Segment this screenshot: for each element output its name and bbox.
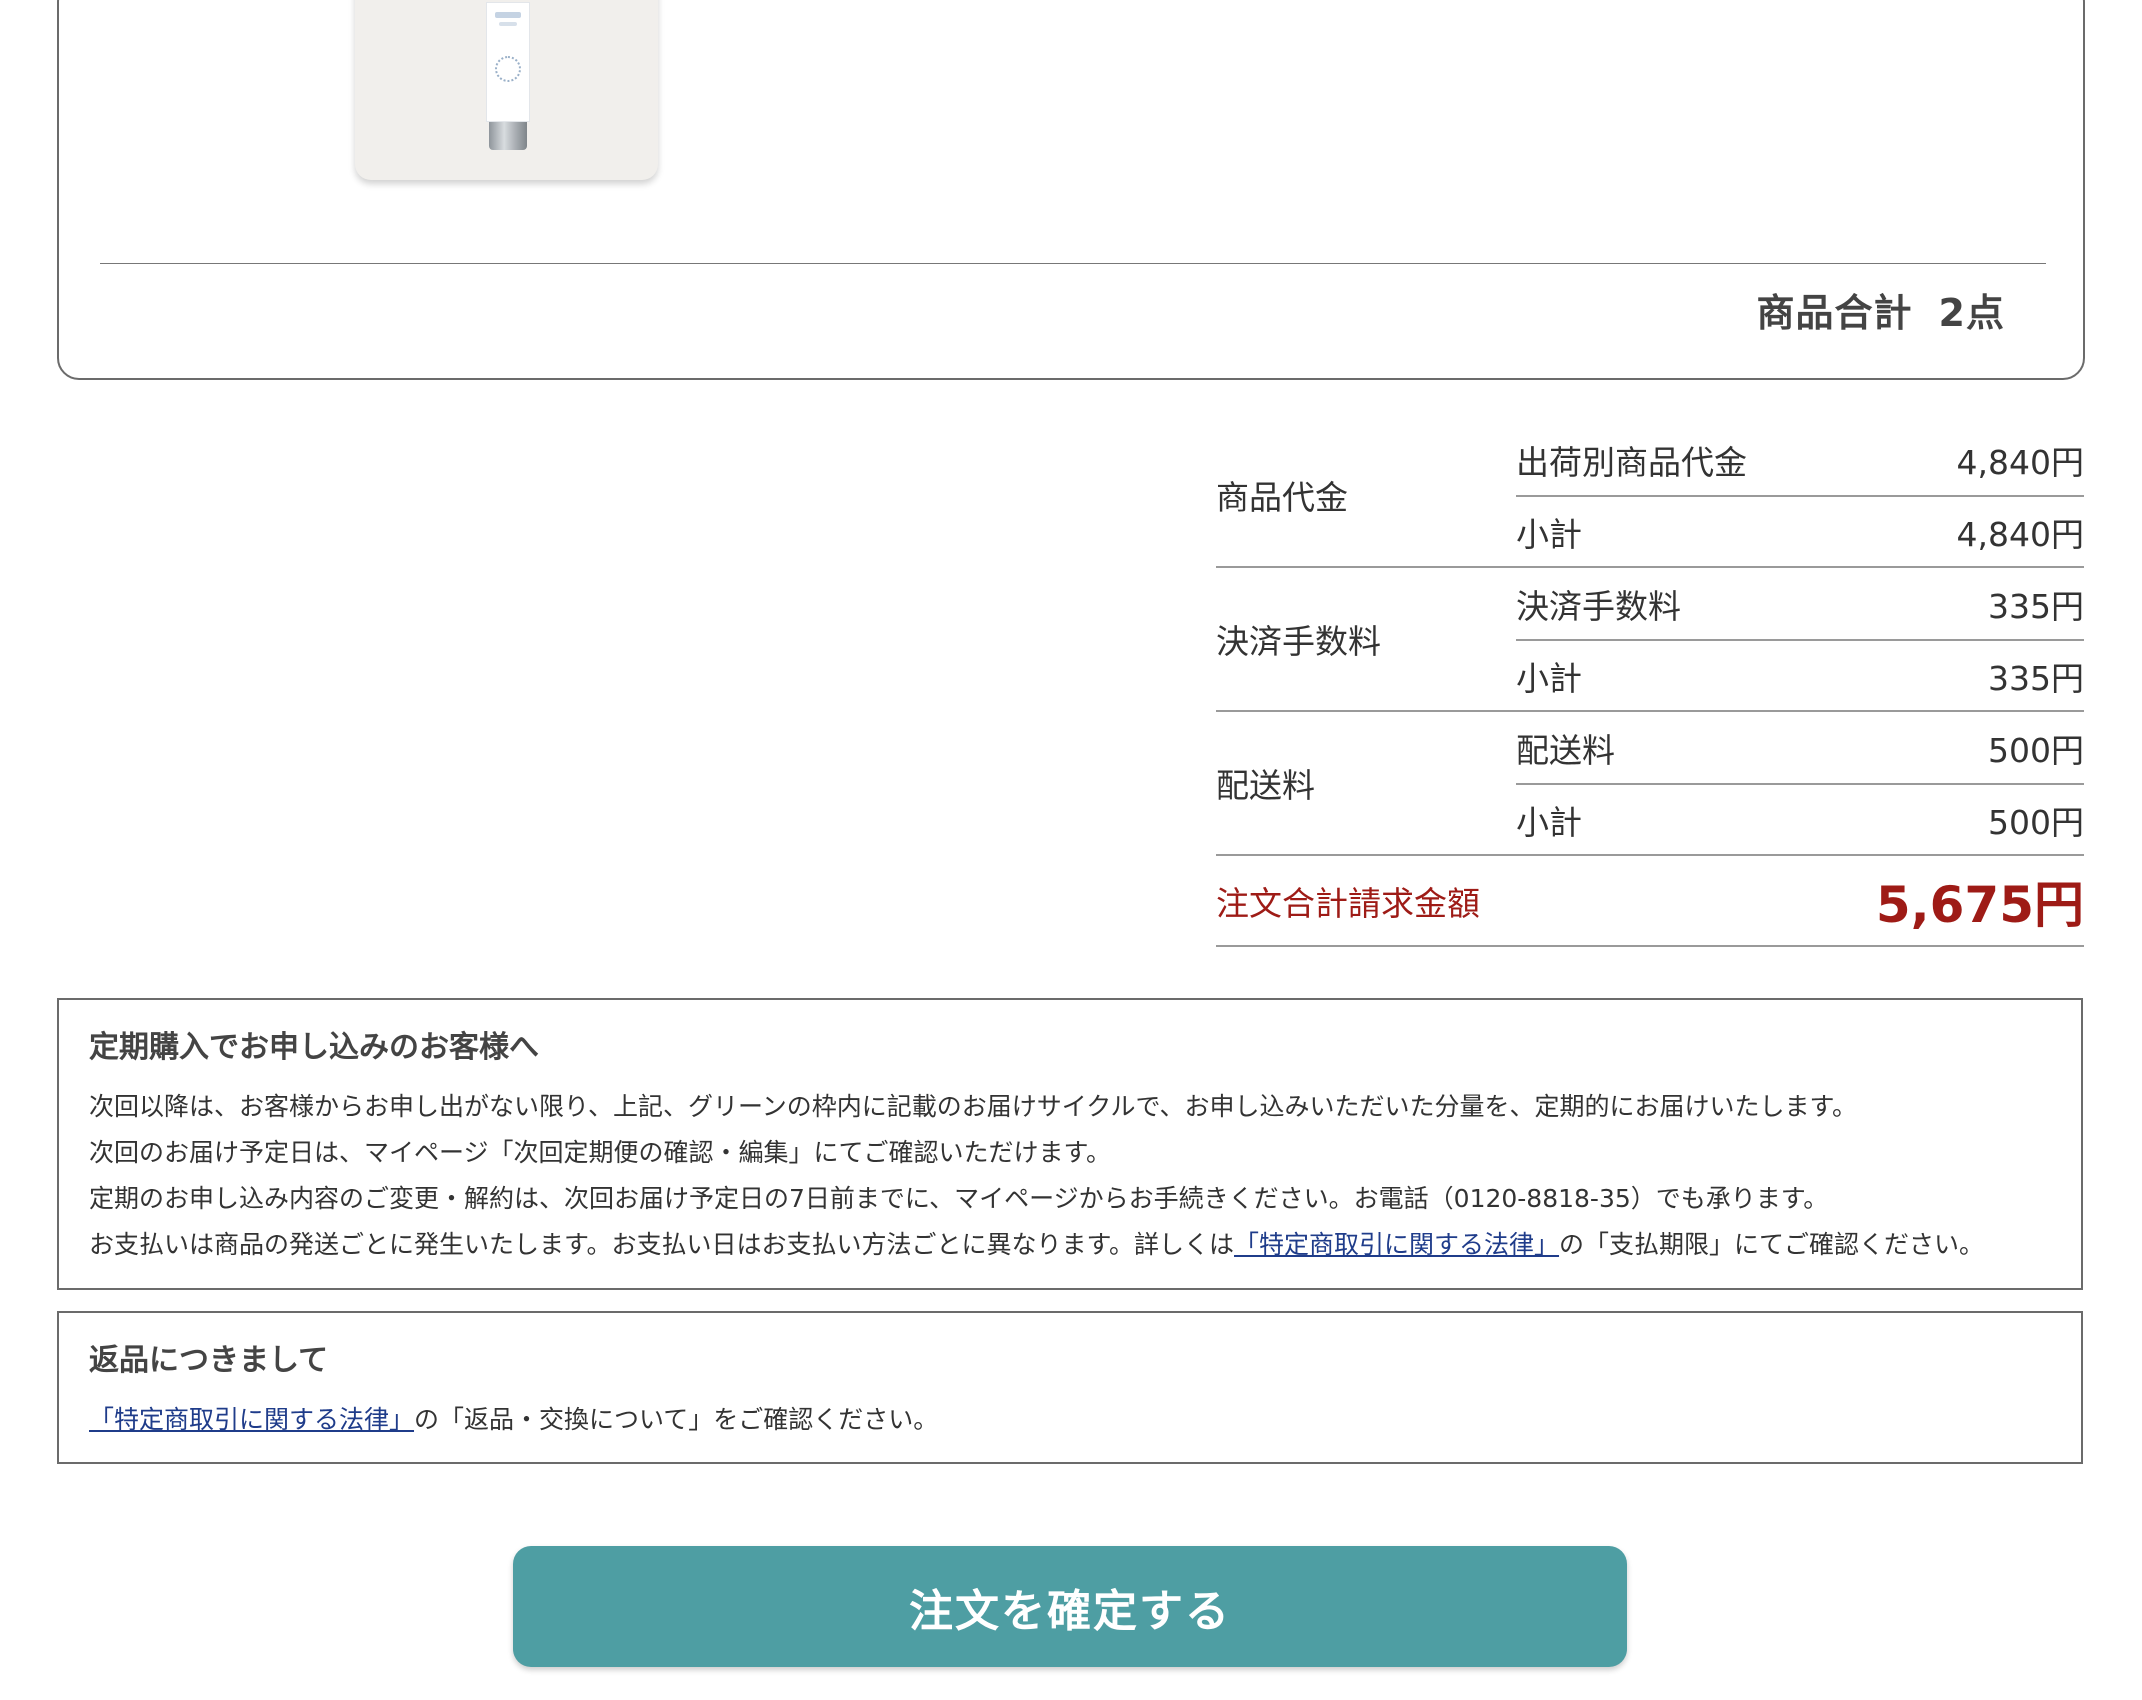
order-confirmation-page: 商品合計 2点 商品代金 出荷別商品代金 4,840円 小計 4,840円 決済手…: [0, 0, 2142, 1700]
price-row-subtotal: 小計 500円: [1516, 783, 2084, 854]
product-list-card: 商品合計 2点: [57, 0, 2085, 380]
grand-total-row: 注文合計請求金額 5,675円: [1216, 856, 2084, 947]
price-group-label: 決済手数料: [1216, 622, 1381, 661]
price-row-subtotal: 小計 335円: [1516, 639, 2084, 710]
subscription-notice-line: お支払いは商品の発送ごとに発生いたします。お支払い日はお支払い方法ごとに異なりま…: [89, 1222, 2051, 1268]
product-cap-graphic: [489, 122, 527, 150]
product-label-graphic: [495, 12, 521, 18]
commercial-law-link[interactable]: 「特定商取引に関する法律」: [89, 1405, 414, 1434]
price-row-amount: 500円: [1988, 802, 2084, 842]
item-total-count: 2点: [1938, 291, 2005, 335]
price-row-label: 小計: [1516, 802, 1582, 842]
item-total-label: 商品合計: [1756, 291, 1913, 335]
price-row-amount: 4,840円: [1956, 514, 2084, 554]
payment-deadline-text: の「支払期限」にてご確認ください。: [1559, 1230, 1985, 1259]
price-row-amount: 335円: [1988, 658, 2084, 698]
price-row-subtotal: 小計 4,840円: [1516, 495, 2084, 566]
price-group-payment-fee: 決済手数料 決済手数料 335円 小計 335円: [1216, 568, 2084, 712]
card-divider: [100, 263, 2046, 264]
price-row-label: 小計: [1516, 514, 1582, 554]
price-row-amount: 335円: [1988, 586, 2084, 626]
commercial-law-link[interactable]: 「特定商取引に関する法律」: [1234, 1230, 1559, 1259]
payment-timing-text: お支払いは商品の発送ごとに発生いたします。お支払い日はお支払い方法ごとに異なりま…: [89, 1230, 1235, 1259]
price-breakdown-table: 商品代金 出荷別商品代金 4,840円 小計 4,840円 決済手数料 決済手数…: [1216, 424, 2084, 947]
subscription-notice-line: 次回のお届け予定日は、マイページ「次回定期便の確認・編集」にてご確認いただけます…: [89, 1138, 1112, 1167]
product-logo-graphic: [495, 56, 521, 82]
price-row-label: 決済手数料: [1516, 586, 1681, 626]
price-group-shipping: 配送料 配送料 500円 小計 500円: [1216, 712, 2084, 856]
price-row: 配送料 500円: [1516, 712, 2084, 783]
subscription-notice-title: 定期購入でお申し込みのお客様へ: [89, 1030, 539, 1065]
return-notice-box: 返品につきまして 「特定商取引に関する法律」の「返品・交換について」をご確認くだ…: [57, 1311, 2083, 1464]
price-row-amount: 4,840円: [1956, 442, 2084, 482]
price-row-amount: 500円: [1988, 730, 2084, 770]
grand-total-label: 注文合計請求金額: [1216, 883, 1480, 923]
price-row: 出荷別商品代金 4,840円: [1516, 424, 2084, 495]
price-group-label: 配送料: [1216, 766, 1315, 805]
price-row-label: 出荷別商品代金: [1516, 442, 1747, 482]
subscription-notice-line: 定期のお申し込み内容のご変更・解約は、次回お届け予定日の7日前までに、マイページ…: [89, 1184, 1829, 1213]
product-image: [355, 0, 658, 180]
return-notice-line: 「特定商取引に関する法律」の「返品・交換について」をご確認ください。: [89, 1397, 2051, 1443]
price-row: 決済手数料 335円: [1516, 568, 2084, 639]
item-total-summary: 商品合計 2点: [1757, 282, 2005, 337]
product-label-graphic-2: [499, 22, 517, 26]
grand-total-amount: 5,675円: [1875, 875, 2084, 934]
price-row-label: 配送料: [1516, 730, 1615, 770]
return-notice-text: の「返品・交換について」をご確認ください。: [414, 1405, 939, 1434]
return-notice-title: 返品につきまして: [89, 1343, 329, 1378]
subscription-notice-box: 定期購入でお申し込みのお客様へ 次回以降は、お客様からお申し出がない限り、上記、…: [57, 998, 2083, 1290]
price-row-label: 小計: [1516, 658, 1582, 698]
price-group-product: 商品代金 出荷別商品代金 4,840円 小計 4,840円: [1216, 424, 2084, 568]
price-group-label: 商品代金: [1216, 478, 1348, 517]
subscription-notice-line: 次回以降は、お客様からお申し出がない限り、上記、グリーンの枠内に記載のお届けサイ…: [89, 1092, 1858, 1121]
confirm-order-button[interactable]: 注文を確定する: [513, 1546, 1627, 1667]
